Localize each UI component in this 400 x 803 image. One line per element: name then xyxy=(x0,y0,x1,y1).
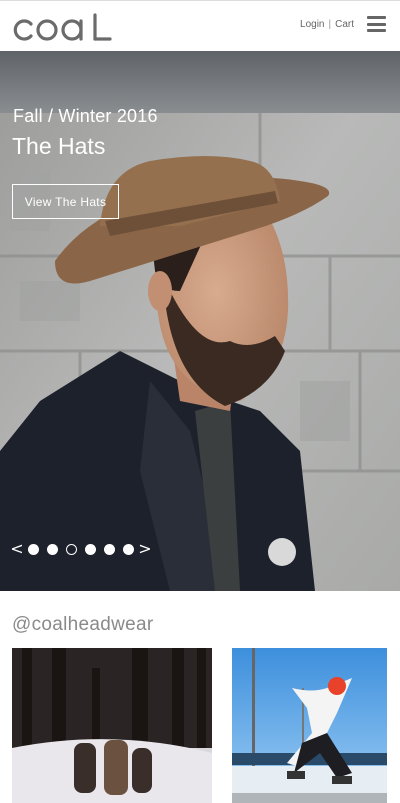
next-slide-icon[interactable]: > xyxy=(138,541,152,557)
slide-dot-2[interactable] xyxy=(47,543,58,555)
cart-link[interactable]: Cart xyxy=(335,19,354,30)
hero-kicker: Fall / Winter 2016 xyxy=(13,106,158,126)
hamburger-menu-icon[interactable] xyxy=(367,16,386,32)
account-links: Login | Cart xyxy=(300,19,354,30)
prev-slide-icon[interactable]: < xyxy=(10,541,24,557)
hero-slider: Fall / Winter 2016 The Hats View The Hat… xyxy=(0,51,400,591)
hero-photo-man-in-hat xyxy=(0,51,400,591)
slide-dot-3-active[interactable] xyxy=(66,543,77,555)
slide-dot-1[interactable] xyxy=(28,543,39,555)
coal-logo[interactable] xyxy=(11,13,113,41)
login-link[interactable]: Login xyxy=(300,19,324,30)
instagram-handle[interactable]: @coalheadwear xyxy=(12,614,154,636)
slide-dot-5[interactable] xyxy=(104,543,115,555)
slide-dot-6[interactable] xyxy=(123,543,134,555)
site-header: Login | Cart xyxy=(0,0,400,51)
link-separator: | xyxy=(328,19,332,30)
slide-dot-4[interactable] xyxy=(85,543,96,555)
slider-navigation: < > xyxy=(10,539,152,559)
instagram-photo-snowboarders[interactable] xyxy=(12,648,212,803)
instagram-photo-snowboard-jump[interactable] xyxy=(232,648,387,803)
hero-title: The Hats xyxy=(12,133,106,159)
view-the-hats-button[interactable]: View The Hats xyxy=(12,184,119,219)
